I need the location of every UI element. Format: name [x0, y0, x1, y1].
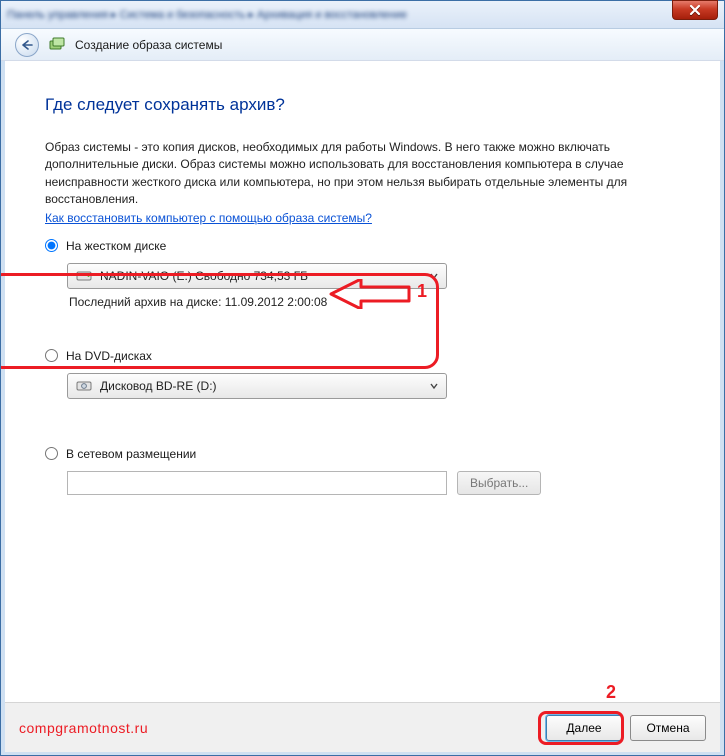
wizard-header: Создание образа системы — [1, 29, 724, 61]
close-button[interactable] — [672, 0, 718, 20]
radio-network-row[interactable]: В сетевом размещении — [45, 447, 680, 461]
wizard-title: Создание образа системы — [75, 38, 222, 52]
hard-disk-dropdown-text: NADIN-VAIO (E:) Свободно 734,53 ГБ — [100, 269, 308, 283]
optical-drive-icon — [76, 379, 92, 393]
description-text: Образ системы - это копия дисков, необхо… — [45, 139, 680, 209]
radio-network[interactable] — [45, 447, 58, 460]
wizard-body: Где следует сохранять архив? Образ систе… — [1, 61, 724, 681]
dvd-dropdown-text: Дисковод BD-RE (D:) — [100, 379, 217, 393]
chevron-down-icon — [430, 382, 438, 390]
annotation-label-1: 1 — [417, 281, 427, 302]
radio-hard-disk-label: На жестком диске — [66, 239, 166, 253]
back-arrow-icon — [21, 40, 33, 50]
radio-dvd-label: На DVD-дисках — [66, 349, 152, 363]
option-hard-disk: На жестком диске NADIN-VAIO (E:) Свободн… — [45, 239, 680, 309]
radio-network-label: В сетевом размещении — [66, 447, 196, 461]
hard-drive-icon — [76, 269, 92, 283]
wizard-footer: compgramotnost.ru Далее Отмена — [5, 702, 720, 752]
breadcrumb: Панель управления ▸ Система и безопаснос… — [7, 8, 672, 21]
radio-hard-disk[interactable] — [45, 239, 58, 252]
cancel-button[interactable]: Отмена — [630, 715, 706, 741]
chevron-down-icon — [430, 272, 438, 280]
radio-dvd-row[interactable]: На DVD-дисках — [45, 349, 680, 363]
parent-window-titlebar: Панель управления ▸ Система и безопаснос… — [1, 1, 724, 29]
close-icon — [689, 4, 701, 16]
back-button[interactable] — [15, 33, 39, 57]
help-link[interactable]: Как восстановить компьютер с помощью обр… — [45, 211, 372, 225]
next-button[interactable]: Далее — [546, 715, 622, 741]
radio-hard-disk-row[interactable]: На жестком диске — [45, 239, 680, 253]
dvd-dropdown[interactable]: Дисковод BD-RE (D:) — [67, 373, 447, 399]
radio-dvd[interactable] — [45, 349, 58, 362]
annotation-label-2: 2 — [606, 682, 616, 703]
option-network: В сетевом размещении Выбрать... — [45, 447, 680, 495]
question-heading: Где следует сохранять архив? — [45, 95, 680, 115]
last-backup-value: 11.09.2012 2:00:08 — [225, 295, 328, 309]
browse-button[interactable]: Выбрать... — [457, 471, 541, 495]
watermark: compgramotnost.ru — [19, 720, 148, 736]
last-backup-prefix: Последний архив на диске: — [69, 295, 221, 309]
network-path-input[interactable] — [67, 471, 447, 495]
system-image-icon — [49, 37, 65, 53]
last-backup-line: Последний архив на диске: 11.09.2012 2:0… — [69, 295, 680, 309]
wizard-window: Панель управления ▸ Система и безопаснос… — [0, 0, 725, 756]
hard-disk-dropdown[interactable]: NADIN-VAIO (E:) Свободно 734,53 ГБ — [67, 263, 447, 289]
option-dvd: На DVD-дисках Дисковод BD-RE (D:) — [45, 349, 680, 399]
